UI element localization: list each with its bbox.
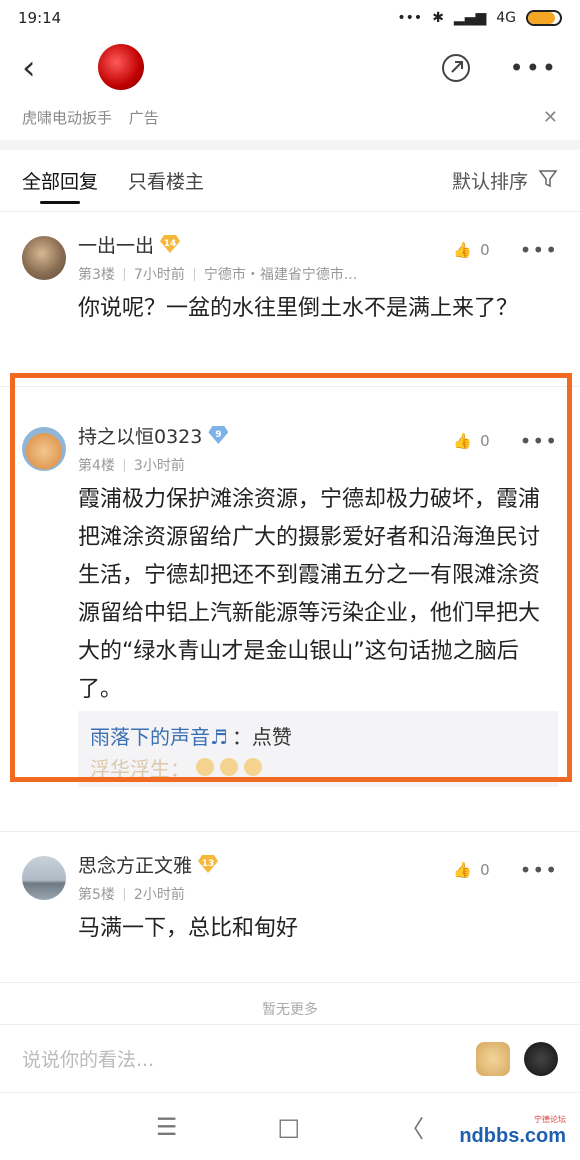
post-time: 2小时前	[133, 887, 185, 903]
watermark-sub: 宁德论坛	[534, 1115, 566, 1124]
floor-number: 第3楼	[78, 267, 115, 283]
avatar[interactable]	[22, 856, 66, 900]
system-back-button[interactable]: 〈	[400, 1109, 424, 1144]
post-time: 7小时前	[133, 267, 185, 283]
reply-item: 思念方正文雅 13 第5楼 2小时前 👍 0 ••• 马满一下，总比和甸好	[0, 832, 580, 982]
network-type: 4G	[496, 10, 516, 26]
top-nav: ‹ •••	[0, 36, 580, 100]
sticker-icon[interactable]	[476, 1041, 510, 1076]
thumbs-up-icon: 👍	[453, 861, 473, 879]
emoji-icon	[220, 758, 238, 776]
sub-reply[interactable]: 雨落下的声音♬ ：点赞	[90, 719, 546, 751]
tab-owner-only[interactable]: 只看楼主	[128, 150, 204, 212]
reply-tabs: 全部回复 只看楼主 默认排序	[0, 150, 580, 212]
divider	[0, 982, 580, 983]
post-location: 宁德市・福建省宁德市...	[203, 267, 358, 283]
more-menu-button[interactable]: •••	[510, 56, 558, 80]
reply-more-button[interactable]: •••	[520, 238, 558, 262]
like-button[interactable]: 👍 0	[453, 432, 489, 450]
sub-reply-user[interactable]: 浮华浮生：	[90, 753, 190, 782]
like-button[interactable]: 👍 0	[453, 241, 489, 259]
reply-content: 马满一下，总比和甸好	[78, 916, 299, 941]
like-count: 0	[480, 861, 490, 879]
reply-item: 一出一出 14 第3楼 7小时前 宁德市・福建省宁德市... 👍 0 ••• 你…	[0, 212, 580, 382]
reply-item: 持之以恒0323 9 第4楼 3小时前 👍 0 ••• 霞浦极力保护滩涂资源，宁…	[0, 387, 580, 819]
reply-content: 你说呢？一盆的水往里倒土水不是满上来了？	[78, 296, 519, 321]
section-divider	[0, 140, 580, 150]
ad-tag: 广告	[128, 108, 159, 127]
notification-dots: •••	[397, 10, 423, 26]
sort-button[interactable]: 默认排序	[452, 167, 558, 194]
emoji-icon	[196, 758, 214, 776]
username[interactable]: 持之以恒0323	[78, 422, 202, 449]
tab-all-replies[interactable]: 全部回复	[22, 150, 98, 212]
watermark-main: ndbbs.com	[459, 1125, 566, 1147]
like-button[interactable]: 👍 0	[453, 861, 489, 879]
avatar[interactable]	[22, 236, 66, 280]
sub-reply[interactable]: 浮华浮生：	[90, 751, 546, 783]
signal-icon: ▂▄▆	[453, 10, 487, 26]
sub-replies[interactable]: 雨落下的声音♬ ：点赞 浮华浮生：	[78, 711, 558, 787]
watermark-logo: 宁德论坛 ndbbs.com	[459, 1114, 566, 1148]
level-badge: 14	[160, 235, 181, 253]
like-count: 0	[480, 432, 490, 450]
reply-more-button[interactable]: •••	[520, 429, 558, 453]
bluetooth-icon: ✱	[432, 10, 444, 26]
sort-label: 默认排序	[451, 171, 528, 193]
home-button[interactable]: □	[277, 1113, 300, 1141]
reply-content: 霞浦极力保护滩涂资源，宁德却极力破坏，霞浦把滩涂资源留给广大的摄影爱好者和沿海渔…	[78, 487, 541, 702]
post-time: 3小时前	[133, 458, 185, 474]
status-time: 19:14	[18, 9, 62, 27]
back-button[interactable]: ‹	[22, 51, 62, 85]
floor-number: 第5楼	[78, 887, 115, 903]
share-icon[interactable]	[440, 52, 472, 84]
ad-text: 虎啸电动扳手	[22, 108, 113, 127]
comment-input[interactable]: 说说你的看法...	[22, 1045, 154, 1072]
reply-more-button[interactable]: •••	[520, 858, 558, 882]
status-icons: ••• ✱ ▂▄▆ 4G	[397, 10, 562, 26]
emoji-icon	[244, 758, 262, 776]
thumbs-up-icon: 👍	[453, 241, 473, 259]
battery-fill	[528, 12, 556, 24]
nav-actions: •••	[440, 52, 558, 84]
filter-icon	[538, 168, 558, 193]
username[interactable]: 一出一出	[78, 231, 154, 258]
comment-input-bar: 说说你的看法...	[0, 1024, 580, 1092]
sub-reply-user[interactable]: 雨落下的声音♬	[90, 721, 228, 750]
emoji-panel-icon[interactable]	[524, 1041, 558, 1076]
status-bar: 19:14 ••• ✱ ▂▄▆ 4G	[0, 0, 580, 36]
ad-banner[interactable]: 虎啸电动扳手 广告 ✕	[0, 100, 580, 134]
username[interactable]: 思念方正文雅	[78, 851, 192, 878]
sub-reply-text: ：点赞	[231, 724, 292, 749]
like-count: 0	[480, 241, 490, 259]
menu-button[interactable]: ☰	[156, 1113, 178, 1141]
avatar[interactable]	[22, 427, 66, 471]
level-badge: 13	[198, 855, 219, 873]
floor-number: 第4楼	[78, 458, 115, 474]
no-more-text: 暂无更多	[262, 1002, 318, 1018]
thumbs-up-icon: 👍	[453, 432, 473, 450]
level-badge: 9	[208, 426, 229, 444]
forum-avatar[interactable]	[98, 44, 144, 90]
battery-icon	[526, 10, 562, 26]
ad-close-icon[interactable]: ✕	[543, 107, 558, 128]
